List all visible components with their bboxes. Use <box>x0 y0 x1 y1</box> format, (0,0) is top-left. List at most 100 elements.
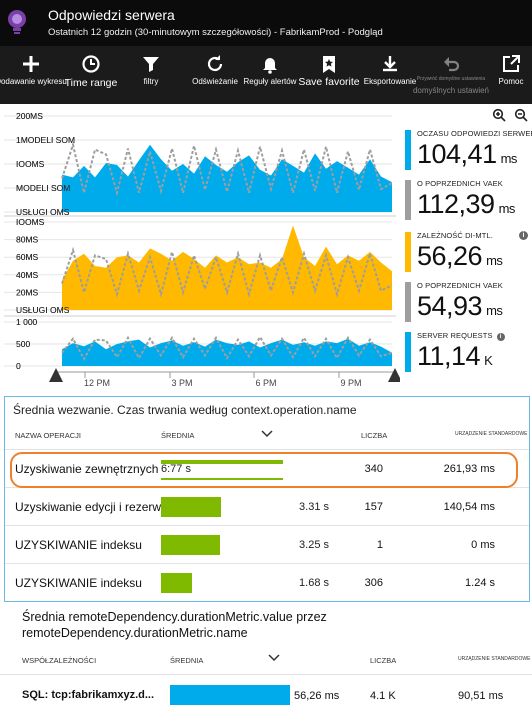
count-value: 4.1 K <box>370 690 396 702</box>
series-area-0 <box>62 144 392 212</box>
page-subtitle: Ostatnich 12 godzin (30-minutowym szczeg… <box>48 27 383 38</box>
table-row[interactable]: Uzyskiwanie edycji i rezerwacji 3.31 s 1… <box>5 487 529 525</box>
column-header-operation[interactable]: NAZWA OPERACJI <box>15 431 81 440</box>
y-tick-label-overlay: 1 000 <box>16 317 38 327</box>
time-range-button[interactable]: Time range <box>65 46 117 104</box>
metric-label: SERVER REQUESTS i <box>417 331 505 341</box>
zoom-in-icon[interactable] <box>492 108 506 122</box>
y-tick-label-overlay: 60MS <box>16 252 39 262</box>
column-header-average[interactable]: ŚREDNIA <box>161 431 194 440</box>
export-button[interactable]: Eksportowanie <box>364 46 416 104</box>
x-tick-label: 6 PM <box>255 378 276 388</box>
save-favorite-button[interactable]: Save favorite <box>298 46 360 104</box>
refresh-button[interactable]: Odświeżanie <box>192 46 238 104</box>
y-tick-label-overlay: IOOMS <box>16 217 45 227</box>
column-header-std-dev[interactable]: URZĄDZENIE STANDARDOWE <box>455 431 527 437</box>
operation-name: Uzyskiwanie edycji i rezerwacji <box>15 500 180 514</box>
x-tick-label: 3 PM <box>171 378 192 388</box>
std-dev-value: 1.24 s <box>465 577 495 589</box>
restore-defaults-label: domyślnych ustawień <box>412 86 490 95</box>
average-value: 1.68 s <box>299 577 329 589</box>
average-value: 3.31 s <box>299 501 329 513</box>
clock-icon <box>82 55 100 73</box>
alert-rules-button[interactable]: Reguły alertów <box>244 46 296 104</box>
column-header-count[interactable]: LICZBA <box>370 656 396 665</box>
metric-tile-previous-week-dependency[interactable]: O POPRZEDNICH VAEK 54,93 ms <box>405 280 532 326</box>
funnel-icon <box>143 57 159 72</box>
refresh-icon <box>207 55 223 72</box>
y-tick-label-overlay: 1MODELI SOM <box>16 135 75 145</box>
chevron-down-icon[interactable] <box>268 653 280 663</box>
count-value: 1 <box>376 539 383 551</box>
metric-tile-previous-week-response[interactable]: O POPRZEDNICH VAEK 112,39 ms <box>405 178 532 224</box>
metric-tile-dependency-duration[interactable]: ZALEŻNOŚĆ DI-MTL. i 56,26 ms <box>405 230 532 276</box>
column-header-std-dev[interactable]: URZĄDZENIE STANDARDOWE <box>458 656 530 662</box>
help-button[interactable]: Pomoc <box>499 46 523 104</box>
count-value: 306 <box>364 577 383 589</box>
chevron-down-icon[interactable] <box>261 429 273 439</box>
metrics-chart-panel[interactable]: 200MS 1MODELI SOM IOOMS MODELI SOM USŁUGI OM… <box>0 104 400 390</box>
metric-value: 112,39 ms <box>417 189 515 219</box>
range-handle-right <box>388 368 400 382</box>
highlight-callout <box>10 452 518 488</box>
y-tick-label-overlay: IOOMS <box>16 159 45 169</box>
std-dev-value: 90,51 ms <box>458 690 504 702</box>
help-label: Pomoc <box>498 77 524 86</box>
metric-value: 54,93 ms <box>417 291 503 321</box>
info-icon[interactable]: i <box>496 333 505 341</box>
metric-color-bar <box>405 332 411 372</box>
table-row[interactable]: UZYSKIWANIE indeksu 3.25 s 1 0 ms <box>5 525 529 563</box>
y-tick-label-overlay: 20MS <box>16 287 39 297</box>
column-header-dependency[interactable]: WSPÓŁZALEŻNOŚCI <box>22 656 96 665</box>
average-bar <box>161 535 220 555</box>
restore-defaults-button[interactable]: Przywróć domyślne ustawienia domyślnych … <box>413 46 489 104</box>
add-chart-button[interactable]: Dodawanie wykresu <box>0 46 67 104</box>
y-tick-label-overlay: 80MS <box>16 235 39 245</box>
y-tick-label-overlay: 500 <box>16 339 30 349</box>
table-row[interactable]: UZYSKIWANIE indeksu 1.68 s 306 1.24 s <box>5 563 529 601</box>
metric-value: 11,14 K <box>417 341 493 371</box>
metric-tile-server-requests[interactable]: SERVER REQUESTS i 11,14 K <box>405 330 532 376</box>
range-handle-left <box>49 368 63 382</box>
metric-label: O POPRZEDNICH VAEK <box>417 179 503 188</box>
bell-icon <box>263 58 277 74</box>
page-title: Odpowiedzi serwera <box>48 7 175 23</box>
metric-tile-server-response-time[interactable]: OCZASU ODPOWIEDZI SERWERA 104,41 ms <box>405 128 532 174</box>
operation-name: UZYSKIWANIE indeksu <box>15 538 142 552</box>
toolbar: Dodawanie wykresu Time range filtry Odśw… <box>0 46 532 104</box>
std-dev-value: 0 ms <box>471 539 495 551</box>
y-tick-label-overlay: 40MS <box>16 270 39 280</box>
table-row[interactable]: SQL: tcp:fabrikamxyz.d... 56,26 ms 4.1 K… <box>0 674 532 716</box>
average-value: 56,26 ms <box>294 690 340 702</box>
external-link-icon <box>503 55 520 72</box>
download-icon <box>383 56 397 72</box>
dependency-table-title-line1: Średnia remoteDependency.durationMetric.… <box>22 610 327 624</box>
plus-icon <box>23 56 39 72</box>
app-header: Odpowiedzi serwera Ostatnich 12 godzin (… <box>0 0 532 46</box>
y-tick-label-overlay: USŁUGI OMS <box>16 207 70 217</box>
metric-label: ZALEŻNOŚĆ DI-MTL. <box>417 231 493 240</box>
metric-value: 104,41 ms <box>417 139 517 169</box>
average-bar <box>161 497 221 517</box>
column-header-average[interactable]: ŚREDNIA <box>170 656 203 665</box>
metric-value: 56,26 ms <box>417 241 503 271</box>
y-tick-label-overlay: 0 <box>16 361 21 371</box>
operations-table: Średnia wezwanie. Czas trwania według co… <box>4 396 530 602</box>
metric-label: O POPRZEDNICH VAEK <box>417 281 503 290</box>
average-bar <box>161 573 192 593</box>
zoom-out-icon[interactable] <box>514 108 528 122</box>
series-area-2 <box>62 338 392 366</box>
info-icon[interactable]: i <box>519 231 528 240</box>
filters-button[interactable]: filtry <box>140 46 162 104</box>
bookmark-star-icon <box>323 56 335 73</box>
x-tick-label: 12 PM <box>84 378 110 388</box>
y-tick-label-overlay: MODELI SOM <box>16 183 70 193</box>
column-header-count[interactable]: LICZBA <box>361 431 387 440</box>
dependency-name: SQL: tcp:fabrikamxyz.d... <box>22 689 155 701</box>
dependency-table-title-line2: remoteDependency.durationMetric.name <box>22 626 248 640</box>
average-bar <box>170 685 290 705</box>
y-tick-label-overlay: 200MS <box>16 111 43 121</box>
app-insights-lightbulb-icon <box>8 10 26 34</box>
y-tick-label-overlay: USŁUGI OMS <box>16 305 70 315</box>
count-value: 157 <box>364 501 383 513</box>
